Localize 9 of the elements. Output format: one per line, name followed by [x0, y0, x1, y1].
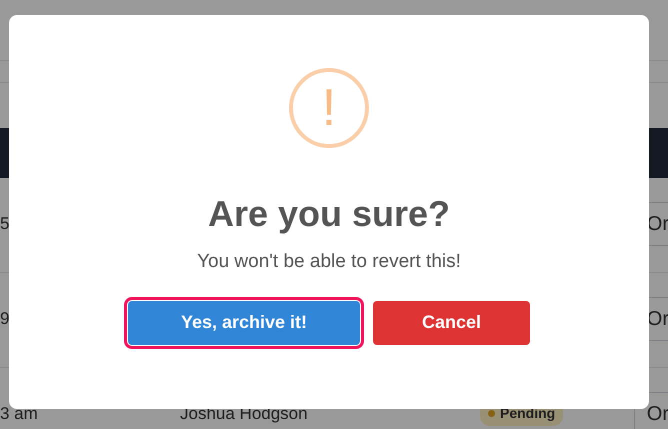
dialog-title: Are you sure? [208, 192, 450, 236]
time-cell-text: 3 am [0, 403, 39, 425]
confirm-button[interactable]: Yes, archive it! [128, 300, 360, 344]
time-cell-text: 9 [0, 308, 10, 330]
time-cell-text: 5 [0, 213, 10, 235]
cancel-button[interactable]: Cancel [373, 300, 530, 344]
warning-icon: ! [289, 68, 369, 148]
dialog-message: You won't be able to revert this! [197, 250, 461, 274]
name-cell-text: Joshua Hodgson [180, 403, 309, 425]
